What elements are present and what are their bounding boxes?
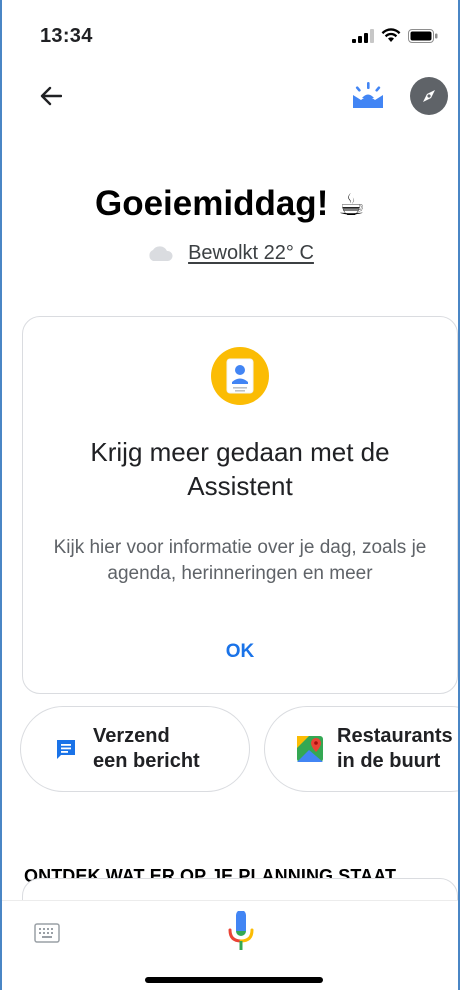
status-icons (352, 28, 438, 43)
battery-icon (408, 28, 438, 43)
coffee-icon: ☕ (338, 188, 365, 223)
bottom-bar (2, 900, 458, 990)
compass-icon (423, 90, 435, 102)
keyboard-icon (34, 923, 60, 943)
suggestion-chip-restaurants[interactable]: Restaurants in de buurt (264, 706, 458, 792)
wifi-icon (381, 28, 401, 42)
signal-icon (352, 28, 374, 43)
card-description: Kijk hier voor informatie over je dag, z… (53, 537, 427, 584)
status-bar: 13:34 (2, 0, 458, 70)
chip-label: Restaurants in de buurt (337, 725, 453, 772)
card-title: Krijg meer gedaan met de Assistent (90, 437, 390, 501)
status-time: 13:34 (40, 25, 93, 47)
assistant-intro-card: Krijg meer gedaan met de Assistent Kijk … (22, 316, 458, 694)
top-bar (2, 75, 458, 121)
arrow-left-icon (40, 86, 62, 106)
assistant-screen: 13:34 Goeiemiddag! ☕ Bewolkt 22° C Krijg… (0, 0, 460, 990)
greeting-text: Goeiemiddag! (94, 184, 329, 223)
microphone-button[interactable] (227, 910, 255, 955)
explore-button[interactable] (410, 77, 448, 115)
chip-label: Verzend een bericht (93, 725, 200, 772)
back-button[interactable] (36, 81, 66, 111)
suggestion-chip-send-message[interactable]: Verzend een bericht (20, 706, 250, 792)
sunrise-icon (353, 82, 383, 108)
microphone-icon (228, 910, 254, 950)
message-icon (53, 736, 79, 762)
greeting-heading: Goeiemiddag! ☕ (2, 184, 458, 224)
cloud-icon (149, 245, 173, 261)
ok-button[interactable]: OK (23, 641, 457, 663)
maps-icon (297, 736, 323, 762)
home-indicator[interactable] (145, 977, 323, 983)
weather-text: Bewolkt 22° C (188, 242, 314, 264)
weather-link[interactable]: Bewolkt 22° C (2, 242, 458, 265)
clipboard-icon (211, 347, 269, 405)
keyboard-button[interactable] (34, 923, 60, 943)
snapshot-button[interactable] (350, 77, 386, 113)
